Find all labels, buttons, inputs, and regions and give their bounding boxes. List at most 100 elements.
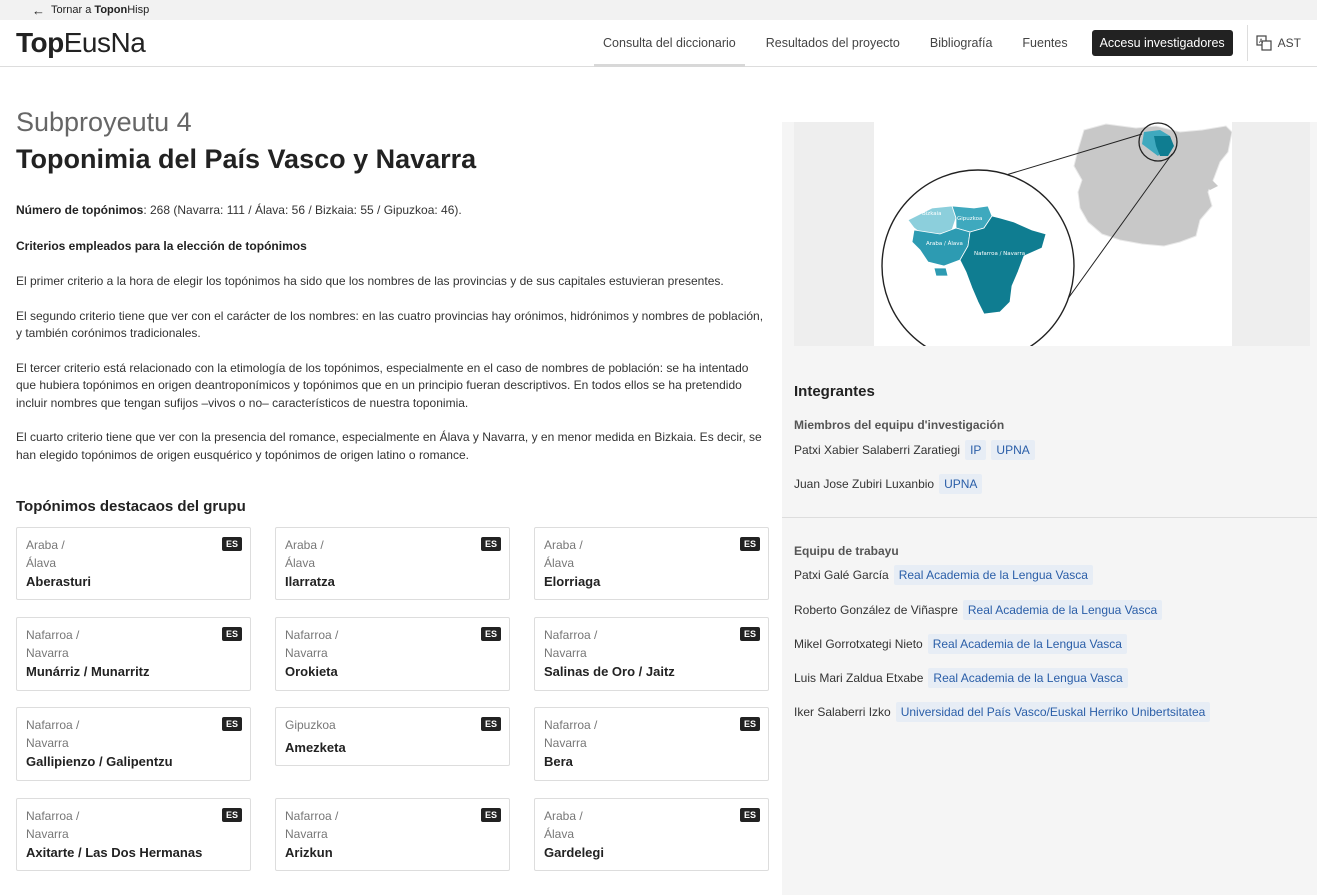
- criteria-heading: Criterios empleados para la elección de …: [16, 238, 307, 253]
- language-badge: ES: [221, 808, 242, 822]
- page-subtitle: Subproyeutu 4: [16, 107, 192, 137]
- member-name: Roberto González de Viñaspre: [794, 603, 958, 617]
- language-badge: ES: [221, 537, 242, 551]
- card-region: Nafarroa / Navarra: [26, 718, 80, 750]
- member-tag[interactable]: Real Academia de la Lengua Vasca: [927, 634, 1127, 654]
- language-badge: ES: [739, 537, 760, 551]
- member-tag[interactable]: UPNA: [991, 440, 1035, 460]
- language-selector[interactable]: A AST: [1246, 25, 1301, 61]
- logo-regular: EusNa: [63, 27, 146, 58]
- map-canvas: Bizkaia Gipuzkoa Araba / Álava Nafarroa …: [874, 122, 1233, 363]
- language-badge: ES: [739, 808, 760, 822]
- card-name: Elorriaga: [544, 574, 601, 589]
- work-team-heading: Equipu de trabayu: [794, 544, 899, 558]
- card-name: Amezketa: [285, 739, 346, 755]
- toponym-card[interactable]: Nafarroa / Navarra Gallipienzo / Galipent…: [16, 707, 251, 781]
- toponym-card[interactable]: Araba / Álava Elorriaga ES: [534, 527, 769, 600]
- back-brand-bold: Topon: [94, 4, 128, 16]
- member-row: Patxi Galé García Real Academia de la Le…: [794, 565, 1093, 585]
- toponym-card[interactable]: Nafarroa / Navarra Bera ES: [534, 707, 769, 781]
- toponym-card[interactable]: Gipuzkoa Amezketa ES: [275, 707, 510, 766]
- language-badge: ES: [480, 808, 501, 822]
- main-content: Subproyeutu 4 Toponimia del País Vasco y…: [16, 107, 770, 515]
- member-tag[interactable]: Real Academia de la Lengua Vasca: [928, 668, 1128, 688]
- card-region: Nafarroa / Navarra: [26, 809, 80, 841]
- card-region: Araba / Álava: [26, 538, 65, 570]
- toponym-card[interactable]: Nafarroa / Navarra Salinas de Oro / Jaitz…: [534, 617, 769, 691]
- criteria-paragraph-3: El tercer criterio está relacionado con …: [16, 360, 749, 410]
- member-tag[interactable]: Universidad del País Vasco/Euskal Herrik…: [895, 702, 1211, 722]
- member-name: Iker Salaberri Izko: [794, 705, 891, 719]
- toponym-card[interactable]: Nafarroa / Navarra Munárriz / Munarritz E…: [16, 617, 251, 691]
- member-tag[interactable]: IP: [965, 440, 987, 460]
- nav-results[interactable]: Resultados del proyecto: [751, 20, 915, 66]
- card-name: Gallipienzo / Galipentzu: [26, 754, 173, 769]
- nav-bibliography[interactable]: Bibliografía: [915, 20, 1008, 66]
- card-name: Aberasturi: [26, 574, 92, 589]
- logo-bold: Top: [16, 27, 64, 58]
- card-name: Munárriz / Munarritz: [26, 664, 150, 679]
- araba-enclave-shape: [933, 267, 949, 277]
- site-header: TopEusNa Consulta del diccionario Result…: [0, 20, 1317, 67]
- toponym-card[interactable]: Araba / Álava Aberasturi ES: [16, 527, 251, 600]
- language-badge: ES: [221, 627, 242, 641]
- card-region: Gipuzkoa: [285, 718, 336, 732]
- card-name: Bera: [544, 754, 573, 769]
- region-map: Bizkaia Gipuzkoa Araba / Álava Nafarroa …: [794, 122, 1310, 363]
- member-row: Juan Jose Zubiri Luxanbio UPNA: [794, 474, 983, 494]
- researchers-button[interactable]: Accesu investigadores: [1091, 30, 1233, 56]
- nav-sources[interactable]: Fuentes: [1007, 20, 1082, 66]
- members-heading: Integrantes: [794, 383, 875, 400]
- toponym-card[interactable]: Araba / Álava Gardelegi ES: [534, 798, 769, 871]
- member-row: Mikel Gorrotxategi Nieto Real Academia d…: [794, 634, 1127, 654]
- criteria-paragraph-2: El segundo criterio tiene que ver con el…: [16, 308, 764, 341]
- card-region: Nafarroa / Navarra: [26, 628, 80, 660]
- map-label-nafarroa: Nafarroa / Navarra: [974, 251, 1025, 257]
- research-team-heading: Miembros del equipu d'investigación: [794, 418, 1005, 432]
- card-region: Araba / Álava: [544, 809, 583, 841]
- toponym-count: Número de topónimos: 268 (Navarra: 111 /…: [16, 202, 770, 220]
- back-brand-suffix: Hisp: [127, 4, 150, 16]
- member-name: Mikel Gorrotxategi Nieto: [794, 637, 923, 651]
- map-svg: Bizkaia Gipuzkoa Araba / Álava Nafarroa …: [881, 122, 1233, 363]
- language-badge: ES: [739, 627, 760, 641]
- card-name: Axitarte / Las Dos Hermanas: [26, 845, 203, 860]
- member-row: Iker Salaberri Izko Universidad del País…: [794, 702, 1211, 722]
- site-logo[interactable]: TopEusNa: [16, 27, 146, 59]
- criteria-paragraph-4: El cuarto criterio tiene que ver con la …: [16, 430, 762, 462]
- member-row: Patxi Xabier Salaberri Zaratiegi IP UPNA: [794, 440, 1035, 460]
- language-badge: ES: [480, 627, 501, 641]
- map-label-bizkaia: Bizkaia: [922, 211, 942, 217]
- toponym-card[interactable]: Nafarroa / Navarra Arizkun ES: [275, 798, 510, 871]
- back-link[interactable]: ← Tornar a Topon Hisp: [0, 0, 1317, 20]
- arrow-left-icon: ←: [32, 2, 45, 18]
- language-badge: ES: [480, 537, 501, 551]
- member-tag[interactable]: Real Academia de la Lengua Vasca: [893, 565, 1093, 585]
- member-name: Patxi Xabier Salaberri Zaratiegi: [794, 443, 961, 457]
- member-row: Luis Mari Zaldua Etxabe Real Academia de…: [794, 668, 1128, 688]
- member-tag[interactable]: Real Academia de la Lengua Vasca: [962, 600, 1163, 620]
- card-name: Salinas de Oro / Jaitz: [544, 664, 675, 679]
- member-tag[interactable]: UPNA: [939, 474, 983, 494]
- card-region: Araba / Álava: [285, 538, 324, 570]
- card-name: Arizkun: [285, 845, 333, 860]
- toponym-card[interactable]: Araba / Álava Ilarratza ES: [275, 527, 510, 600]
- member-name: Luis Mari Zaldua Etxabe: [794, 671, 924, 685]
- member-name: Juan Jose Zubiri Luxanbio: [794, 477, 935, 491]
- toponym-card[interactable]: Nafarroa / Navarra Axitarte / Las Dos Her…: [16, 798, 251, 871]
- toponym-card[interactable]: Nafarroa / Navarra Orokieta ES: [275, 617, 510, 691]
- card-region: Nafarroa / Navarra: [544, 718, 598, 750]
- language-badge: ES: [739, 717, 760, 731]
- page-title: Toponimia del País Vasco y Navarra: [16, 144, 477, 174]
- project-sidebar: Bizkaia Gipuzkoa Araba / Álava Nafarroa …: [782, 122, 1317, 895]
- toponym-count-label: Número de topónimos: [16, 203, 144, 217]
- card-name: Gardelegi: [544, 845, 604, 860]
- map-label-gipuzkoa: Gipuzkoa: [957, 216, 982, 222]
- member-name: Patxi Galé García: [794, 568, 889, 582]
- section-divider: [782, 517, 1317, 518]
- nav-dictionary[interactable]: Consulta del diccionario: [588, 20, 751, 67]
- member-row: Roberto González de Viñaspre Real Academ…: [794, 600, 1163, 620]
- back-prefix: Tornar a: [51, 4, 92, 16]
- card-region: Nafarroa / Navarra: [285, 628, 339, 660]
- map-label-araba: Araba / Álava: [926, 240, 963, 247]
